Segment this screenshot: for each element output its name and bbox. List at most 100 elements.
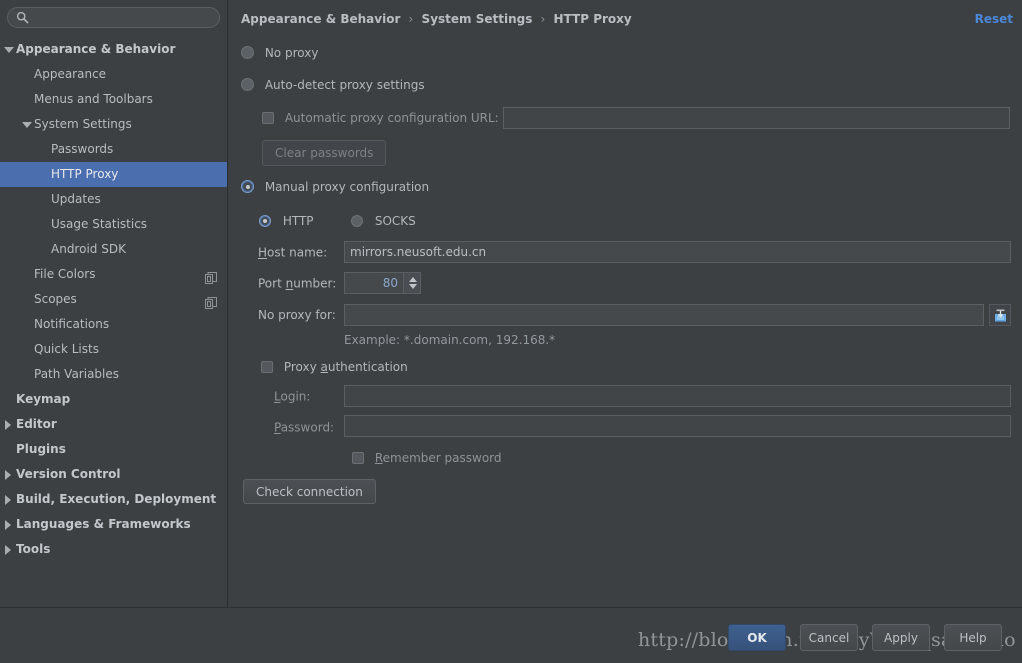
- expand-field-icon[interactable]: [989, 304, 1011, 326]
- sidebar-item-label: Version Control: [16, 467, 121, 481]
- port-number-input[interactable]: [345, 273, 403, 293]
- http-label: HTTP: [282, 213, 314, 228]
- chevron-down-icon[interactable]: [18, 112, 34, 137]
- breadcrumb-item-1[interactable]: System Settings: [422, 12, 533, 26]
- chevron-down-icon[interactable]: [0, 37, 16, 62]
- settings-dialog: Appearance & Behavior Appearance Menus and…: [0, 0, 1022, 663]
- sidebar-item-scopes[interactable]: Scopes: [0, 287, 227, 312]
- chevron-right-icon[interactable]: [0, 537, 16, 562]
- checkbox-auto-proxy-url[interactable]: Automatic proxy configuration URL:: [262, 110, 499, 125]
- http-radio-icon[interactable]: [259, 214, 271, 227]
- sidebar-item-system-settings[interactable]: System Settings: [0, 112, 227, 137]
- radio-manual-proxy[interactable]: Manual proxy configuration: [241, 179, 429, 194]
- sidebar-item-appearance-behavior[interactable]: Appearance & Behavior: [0, 37, 227, 62]
- checkbox-proxy-authentication[interactable]: Proxy authentication: [261, 359, 408, 374]
- auto-detect-radio-icon[interactable]: [241, 78, 254, 91]
- radio-auto-detect-proxy[interactable]: Auto-detect proxy settings: [241, 77, 425, 92]
- sidebar-item-build-execution-deployment[interactable]: Build, Execution, Deployment: [0, 487, 227, 512]
- spinner-up-icon[interactable]: [409, 277, 417, 282]
- checkbox-remember-password[interactable]: Remember password: [352, 450, 502, 465]
- sidebar-item-notifications[interactable]: Notifications: [0, 312, 227, 337]
- settings-sidebar: Appearance & Behavior Appearance Menus and…: [0, 0, 228, 607]
- sidebar-item-file-colors[interactable]: File Colors: [0, 262, 227, 287]
- sidebar-item-usage-statistics[interactable]: Usage Statistics: [0, 212, 227, 237]
- socks-label: SOCKS: [374, 213, 416, 228]
- breadcrumb-item-0[interactable]: Appearance & Behavior: [241, 12, 400, 26]
- proxy-authentication-label: Proxy authentication: [283, 359, 408, 374]
- chevron-right-icon[interactable]: [0, 462, 16, 487]
- sidebar-item-label: Plugins: [16, 442, 66, 456]
- sidebar-item-keymap[interactable]: Keymap: [0, 387, 227, 412]
- host-name-input[interactable]: [344, 241, 1011, 263]
- apply-button[interactable]: Apply: [872, 624, 930, 651]
- project-scope-icon: [205, 293, 217, 309]
- sidebar-item-appearance[interactable]: Appearance: [0, 62, 227, 87]
- auto-proxy-url-label: Automatic proxy configuration URL:: [284, 110, 499, 125]
- sidebar-item-updates[interactable]: Updates: [0, 187, 227, 212]
- sidebar-item-http-proxy[interactable]: HTTP Proxy: [0, 162, 227, 187]
- login-input[interactable]: [344, 385, 1011, 407]
- remember-password-checkbox-icon[interactable]: [352, 451, 364, 464]
- reset-link[interactable]: Reset: [975, 12, 1013, 26]
- password-label: Password:: [274, 420, 335, 435]
- sidebar-item-menus-and-toolbars[interactable]: Menus and Toolbars: [0, 87, 227, 112]
- chevron-right-icon[interactable]: [0, 487, 16, 512]
- sidebar-item-label: Path Variables: [34, 367, 120, 381]
- sidebar-item-label: Scopes: [34, 292, 77, 306]
- ok-button[interactable]: OK: [728, 624, 786, 651]
- sidebar-item-label: Editor: [16, 417, 57, 431]
- radio-no-proxy[interactable]: No proxy: [241, 45, 318, 60]
- breadcrumb-item-2[interactable]: HTTP Proxy: [554, 12, 632, 26]
- cancel-button[interactable]: Cancel: [800, 624, 858, 651]
- project-scope-icon: [205, 268, 217, 284]
- manual-proxy-radio-icon[interactable]: [241, 180, 254, 193]
- port-number-stepper[interactable]: [344, 272, 421, 294]
- sidebar-item-plugins[interactable]: Plugins: [0, 437, 227, 462]
- sidebar-item-label: Tools: [16, 542, 51, 556]
- sidebar-item-languages-frameworks[interactable]: Languages & Frameworks: [0, 512, 227, 537]
- login-label: Login:: [274, 389, 311, 404]
- sidebar-item-android-sdk[interactable]: Android SDK: [0, 237, 227, 262]
- sidebar-item-passwords[interactable]: Passwords: [0, 137, 227, 162]
- sidebar-item-label: Usage Statistics: [51, 217, 148, 231]
- password-input[interactable]: [344, 415, 1011, 437]
- radio-protocol-socks[interactable]: SOCKS: [351, 213, 416, 228]
- port-spinner-buttons[interactable]: [403, 273, 420, 293]
- clear-passwords-button[interactable]: Clear passwords: [262, 140, 387, 166]
- sidebar-item-path-variables[interactable]: Path Variables: [0, 362, 227, 387]
- auto-detect-label: Auto-detect proxy settings: [264, 77, 425, 92]
- sidebar-item-quick-lists[interactable]: Quick Lists: [0, 337, 227, 362]
- settings-tree: Appearance & Behavior Appearance Menus and…: [0, 37, 227, 562]
- search-box[interactable]: [7, 7, 220, 28]
- no-proxy-for-label: No proxy for:: [258, 308, 336, 322]
- no-proxy-label: No proxy: [264, 45, 319, 60]
- sidebar-item-label: Notifications: [34, 317, 110, 331]
- radio-protocol-http[interactable]: HTTP: [259, 213, 314, 228]
- proxy-authentication-checkbox-icon[interactable]: [261, 360, 273, 373]
- sidebar-item-version-control[interactable]: Version Control: [0, 462, 227, 487]
- no-proxy-radio-icon[interactable]: [241, 46, 254, 59]
- chevron-right-icon[interactable]: [0, 512, 16, 537]
- auto-proxy-url-checkbox-icon[interactable]: [262, 111, 274, 124]
- sidebar-item-label: Menus and Toolbars: [34, 92, 153, 106]
- no-proxy-for-input[interactable]: [344, 304, 984, 326]
- check-connection-button[interactable]: Check connection: [243, 479, 376, 504]
- port-number-label: Port number:: [258, 276, 337, 291]
- spinner-down-icon[interactable]: [409, 284, 417, 289]
- breadcrumb-separator-icon: ›: [540, 12, 546, 26]
- auto-proxy-url-input[interactable]: [503, 107, 1010, 129]
- sidebar-item-label: Android SDK: [51, 242, 126, 256]
- sidebar-item-editor[interactable]: Editor: [0, 412, 227, 437]
- sidebar-item-label: Passwords: [51, 142, 114, 156]
- sidebar-item-label: System Settings: [34, 117, 132, 131]
- help-button[interactable]: Help: [944, 624, 1002, 651]
- socks-radio-icon[interactable]: [351, 214, 363, 227]
- sidebar-item-label: File Colors: [34, 267, 96, 281]
- breadcrumb-separator-icon: ›: [408, 12, 414, 26]
- dialog-button-bar: [0, 607, 1022, 663]
- sidebar-item-tools[interactable]: Tools: [0, 537, 227, 562]
- remember-password-label: Remember password: [374, 450, 502, 465]
- breadcrumb: Appearance & Behavior › System Settings …: [241, 12, 632, 26]
- search-input[interactable]: [36, 8, 211, 27]
- chevron-right-icon[interactable]: [0, 412, 16, 437]
